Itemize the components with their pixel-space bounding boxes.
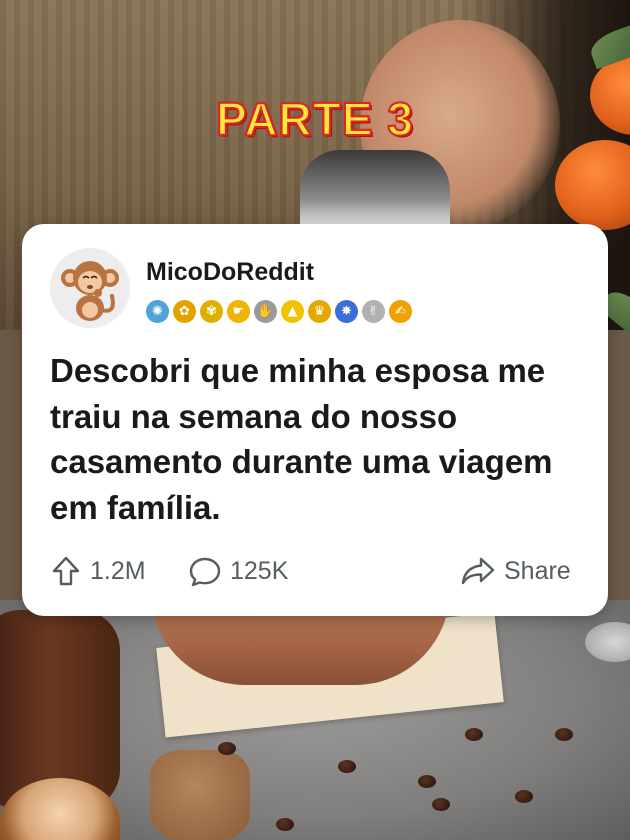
upvote-count: 1.2M <box>90 556 146 585</box>
share-button[interactable]: Share <box>460 554 571 588</box>
clap-award-icon: ✌ <box>362 300 385 323</box>
comment-bubble-icon <box>189 557 221 587</box>
trophy-award-icon: ♛ <box>308 300 331 323</box>
upvote-arrow-icon <box>52 556 80 586</box>
flower-pot-award-icon: ✾ <box>200 300 223 323</box>
thumbs-up-award-icon: ✍ <box>389 300 412 323</box>
coffee-bean <box>276 818 294 831</box>
post-title: Descobri que minha esposa me traiu na se… <box>50 352 553 526</box>
hand-point-award-icon: ☛ <box>227 300 250 323</box>
monkey-avatar-icon[interactable] <box>50 248 130 328</box>
part-title: PARTE 3 <box>215 92 414 146</box>
upvote-button[interactable]: 1.2M <box>50 554 146 588</box>
award-badges: ✺ ✿ ✾ ☛ ✋ ▲ ♛ ✸ ✌ ✍ <box>146 300 412 326</box>
flower-award-icon: ✿ <box>173 300 196 323</box>
username[interactable]: MicoDoReddit <box>146 258 314 287</box>
hands-award-icon: ✋ <box>254 300 277 323</box>
coffee-bean <box>555 728 573 741</box>
comments-button[interactable]: 125K <box>188 554 288 588</box>
coffee-bean <box>338 760 356 773</box>
share-label: Share <box>504 556 571 585</box>
coffee-bean <box>515 790 533 803</box>
coffee-bean <box>465 728 483 741</box>
comment-count: 125K <box>230 556 289 585</box>
sapphire-award-icon: ✺ <box>146 300 169 323</box>
coffee-bean <box>418 775 436 788</box>
share-arrow-icon <box>461 557 495 585</box>
coffee-bean <box>432 798 450 811</box>
up-arrow-award-icon: ▲ <box>281 300 304 323</box>
starburst-award-icon: ✸ <box>335 300 358 323</box>
cookie <box>150 750 250 840</box>
coffee-bean <box>218 742 236 755</box>
reddit-post-card: MicoDoReddit ✺ ✿ ✾ ☛ ✋ ▲ ♛ ✸ ✌ ✍ Descobri que min… <box>22 224 608 616</box>
post-actions-bar: 1.2M 125K Share <box>50 554 582 588</box>
